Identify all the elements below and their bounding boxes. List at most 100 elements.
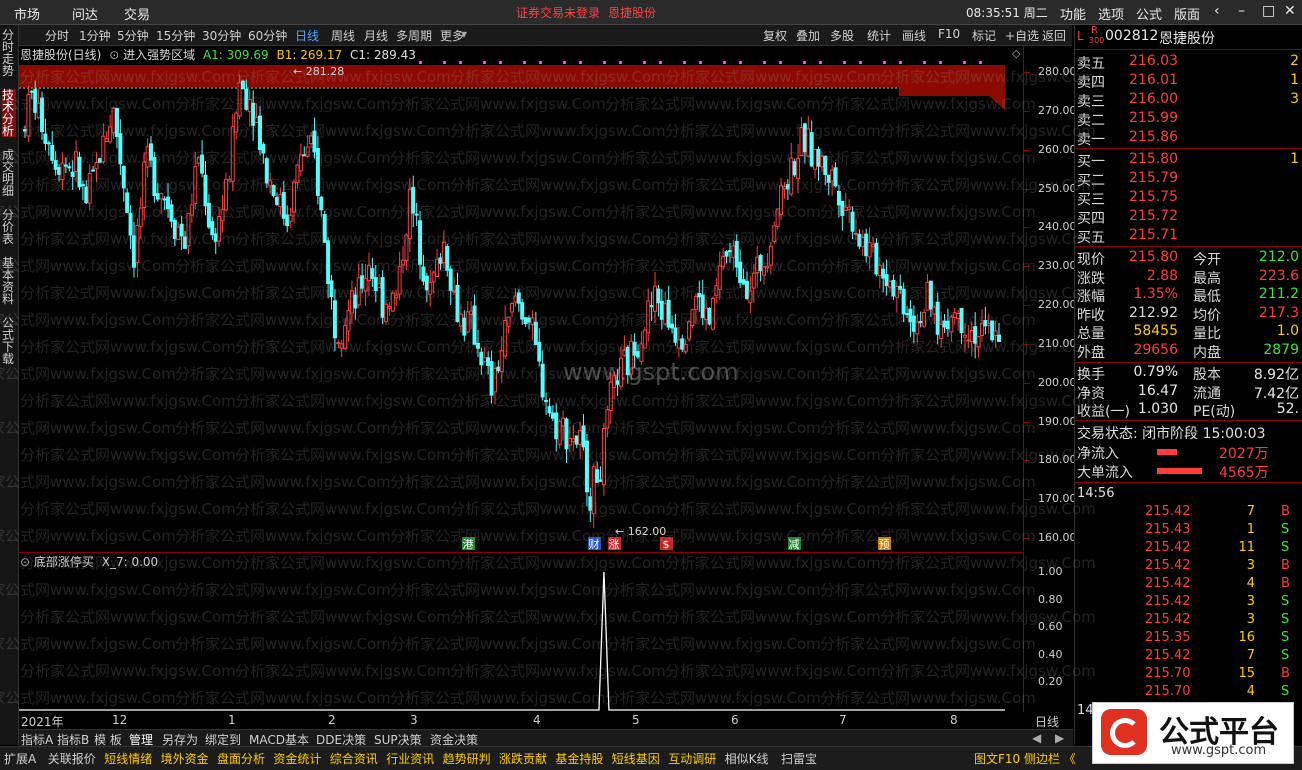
- period-tab-weekly[interactable]: 周线: [331, 27, 355, 44]
- btn-add-favorite[interactable]: +自选: [1005, 27, 1039, 44]
- candle-down: [520, 302, 525, 320]
- chart-indicator-name[interactable]: 进入强势区域: [123, 48, 195, 62]
- candle-up: [768, 245, 773, 266]
- bottom-right-links[interactable]: 图文F10 侧边栏 《: [974, 750, 1076, 767]
- bottom-item[interactable]: 互动调研: [668, 750, 716, 767]
- btn-draw[interactable]: 画线: [902, 27, 926, 44]
- order-row[interactable]: 卖四 216.01 1: [1075, 72, 1302, 91]
- bottom-item[interactable]: 短线情绪: [104, 750, 152, 767]
- candle-up: [452, 290, 457, 293]
- x-period-label[interactable]: 日线: [1035, 713, 1059, 730]
- period-tab-intraday[interactable]: 分时: [45, 27, 69, 44]
- order-row[interactable]: 卖一 215.86: [1075, 129, 1302, 148]
- nav-price-table[interactable]: 分价表: [2, 209, 16, 245]
- nav-formula-download[interactable]: 公式下载: [2, 317, 16, 365]
- net-inflow-label: 净流入: [1077, 446, 1119, 462]
- period-tab-30min[interactable]: 30分钟: [202, 27, 241, 44]
- candle-down: [990, 320, 995, 341]
- candle-up: [605, 409, 610, 429]
- bottom-item[interactable]: 资金统计: [273, 750, 321, 767]
- bottom-item[interactable]: 境外资金: [161, 750, 209, 767]
- candle-up: [622, 349, 627, 356]
- menu-options[interactable]: 选项: [1098, 4, 1124, 23]
- candle-up: [612, 374, 617, 389]
- bottom-item[interactable]: 趋势研判: [443, 750, 491, 767]
- sub-indicator-toggle-icon[interactable]: ⊙: [20, 555, 30, 569]
- nav-basic-info[interactable]: 基本资料: [2, 257, 16, 305]
- menu-function[interactable]: 功能: [1060, 4, 1086, 23]
- order-qty: 3: [1290, 91, 1299, 107]
- diamond-icon[interactable]: ◇: [1012, 47, 1020, 60]
- candle-down: [183, 236, 188, 249]
- order-label: 买二: [1077, 173, 1105, 189]
- order-row[interactable]: 卖二 215.99: [1075, 110, 1302, 129]
- period-tab-monthly[interactable]: 月线: [364, 27, 388, 44]
- order-price: 215.79: [1129, 170, 1178, 186]
- btn-overlay[interactable]: 叠加: [796, 27, 820, 44]
- back-icon[interactable]: ‹: [1214, 3, 1220, 19]
- candle-up: [888, 280, 893, 288]
- candle-down: [574, 435, 579, 445]
- candle-down: [792, 161, 797, 176]
- bottom-item[interactable]: 综合资讯: [330, 750, 378, 767]
- period-tab-daily[interactable]: 日线: [295, 27, 319, 44]
- order-row[interactable]: 卖三 216.00 3: [1075, 91, 1302, 110]
- btn-multi-stock[interactable]: 多股: [830, 27, 854, 44]
- btn-statistics[interactable]: 统计: [867, 27, 891, 44]
- order-row[interactable]: 买一 215.80 1: [1075, 151, 1302, 170]
- date-axis: 2021年 12 1 2 3 4 5 6 7 8 日线: [19, 712, 1073, 730]
- minimize-icon[interactable]: –: [1238, 3, 1245, 19]
- menu-market[interactable]: 市场: [14, 4, 40, 23]
- candle-up: [135, 224, 140, 264]
- bottom-item[interactable]: 盘面分析: [217, 750, 265, 767]
- bottom-item[interactable]: 扩展A: [4, 750, 36, 767]
- order-row[interactable]: 卖五 216.03 2: [1075, 53, 1302, 72]
- scroll-right-icon[interactable]: ▶: [1055, 731, 1064, 745]
- maximize-icon[interactable]: □: [1262, 3, 1275, 19]
- tick-row: 215.42 7 B: [1145, 504, 1290, 519]
- bottom-item[interactable]: 关联报价: [48, 750, 96, 767]
- menu-formula[interactable]: 公式: [1136, 4, 1162, 23]
- menu-layout[interactable]: 版面: [1174, 4, 1200, 23]
- bottom-item[interactable]: 基金持股: [555, 750, 603, 767]
- bottom-item[interactable]: 短线基因: [612, 750, 660, 767]
- period-tab-1min[interactable]: 1分钟: [79, 27, 111, 44]
- btn-back[interactable]: 返回: [1042, 27, 1066, 44]
- candle-down: [40, 97, 45, 133]
- order-row[interactable]: 买二 215.79: [1075, 170, 1302, 189]
- menu-wenda[interactable]: 问达: [72, 4, 98, 23]
- period-tab-5min[interactable]: 5分钟: [117, 27, 149, 44]
- bottom-item[interactable]: 行业资讯: [386, 750, 434, 767]
- candle-up: [458, 313, 463, 327]
- login-warning[interactable]: 证券交易未登录: [516, 4, 600, 21]
- sub-indicator-chart[interactable]: [19, 552, 1023, 712]
- sub-indicator-name[interactable]: 底部涨停买: [34, 555, 94, 569]
- menu-trade[interactable]: 交易: [124, 4, 150, 23]
- period-tab-multi[interactable]: 多周期: [396, 27, 432, 44]
- nav-intraday[interactable]: 分时走势: [2, 29, 16, 77]
- close-icon[interactable]: ✕: [1284, 3, 1296, 19]
- btn-adjust[interactable]: 复权: [763, 27, 787, 44]
- order-row[interactable]: 买五 215.71: [1075, 227, 1302, 246]
- nav-trade-detail[interactable]: 成交明细: [2, 149, 16, 197]
- signal-dot: [899, 61, 902, 64]
- nav-technical[interactable]: 技术分析: [2, 89, 16, 137]
- chevron-down-icon[interactable]: ▾: [461, 27, 467, 41]
- order-row[interactable]: 买四 215.72: [1075, 208, 1302, 227]
- kline-chart[interactable]: ← 281.28 ← 162.00 港 财涨 $ 减 预: [19, 46, 1023, 551]
- period-tab-15min[interactable]: 15分钟: [156, 27, 195, 44]
- x-label: 1: [228, 713, 236, 727]
- btn-f10[interactable]: F10: [938, 27, 960, 41]
- bottom-item[interactable]: 扫雷宝: [781, 750, 817, 767]
- indicator-toggle-icon[interactable]: ⊙: [109, 48, 119, 62]
- period-tab-60min[interactable]: 60分钟: [248, 27, 287, 44]
- bottom-item[interactable]: 涨跌贡献: [499, 750, 547, 767]
- bottom-item[interactable]: 相似K线: [725, 750, 769, 767]
- order-row[interactable]: 买三 215.75: [1075, 189, 1302, 208]
- signal-dot: [779, 61, 782, 64]
- scroll-left-icon[interactable]: ◀: [1032, 731, 1041, 745]
- candle-up: [813, 148, 818, 170]
- candle-down: [80, 184, 85, 187]
- btn-mark[interactable]: 标记: [972, 27, 996, 44]
- indicator-c1: C1: 289.43: [350, 48, 416, 62]
